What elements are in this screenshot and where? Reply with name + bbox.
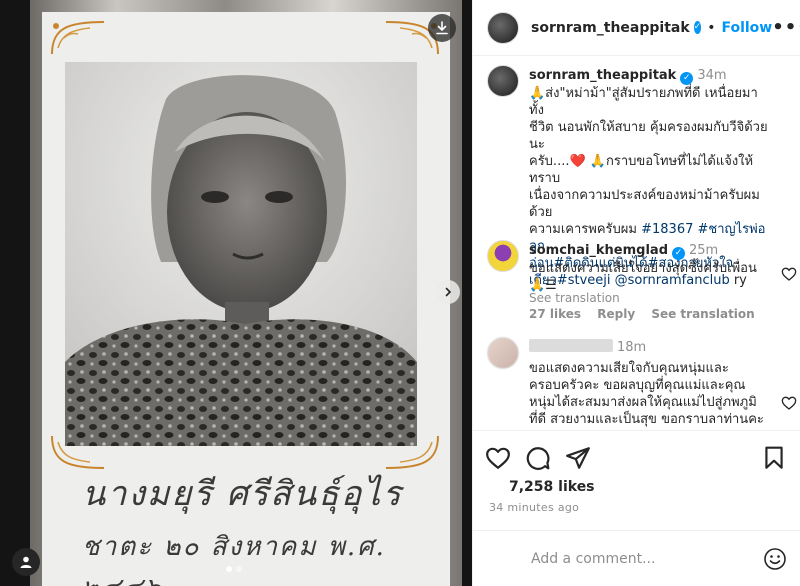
caption-author-avatar[interactable] bbox=[487, 65, 519, 97]
comment-text: ขอแสดงความเสียใจกับคุณหนุ่มและ bbox=[529, 361, 729, 376]
portrait-image bbox=[65, 62, 417, 446]
chevron-right-icon bbox=[445, 287, 452, 297]
commenter-username[interactable]: somchai_khemglad bbox=[529, 243, 668, 258]
memorial-date-text: ชาตะ ๒๐ สิงหาคม พ.ศ. ๒๔๘๖ bbox=[82, 532, 386, 586]
emoji-icon[interactable] bbox=[763, 547, 787, 571]
caption-username[interactable]: sornram_theappitak bbox=[529, 68, 676, 83]
comments-list[interactable]: sornram_theappitak ✓ 34m 🙏ส่ง"หม่าม้า"สู่ส… bbox=[473, 57, 800, 429]
verified-badge-icon: ✓ bbox=[680, 72, 694, 85]
tagged-users-button[interactable] bbox=[12, 548, 40, 576]
comment-text: ที่ดี สวยงามและเป็นสุข ขอกราบลาท่านคะ bbox=[529, 412, 764, 427]
caption-line: ความเคารพครับผม bbox=[529, 222, 642, 237]
more-options-button[interactable]: ••• bbox=[772, 17, 800, 38]
follow-button[interactable]: Follow bbox=[721, 20, 772, 36]
post-header: sornram_theappitak ✓ • Follow ••• bbox=[473, 0, 800, 56]
bookmark-icon[interactable] bbox=[761, 445, 787, 471]
comment-see-translation[interactable]: See translation bbox=[651, 307, 754, 321]
comment-emoji: 🙏☰ bbox=[529, 278, 557, 293]
likes-count[interactable]: 7,258 likes bbox=[509, 479, 595, 495]
comment-meta: 27 likes Reply See translation bbox=[529, 306, 769, 323]
carousel-dot bbox=[236, 566, 242, 572]
post-photo-panel[interactable]: นางมยุรี ศรีสินธุ์อุไร ชาตะ ๒๐ สิงหาคม พ… bbox=[0, 0, 472, 586]
share-icon[interactable] bbox=[565, 445, 591, 471]
post-side-panel: sornram_theappitak ✓ • Follow ••• sornra… bbox=[472, 0, 800, 586]
commenter-avatar[interactable] bbox=[487, 240, 519, 272]
carousel-next-button[interactable] bbox=[436, 280, 460, 304]
comment-like-heart-icon[interactable] bbox=[781, 395, 797, 411]
post-time-ago[interactable]: 34 minutes ago bbox=[489, 501, 579, 514]
comment-like-heart-icon[interactable] bbox=[781, 266, 797, 282]
verified-badge-icon: ✓ bbox=[693, 21, 702, 34]
caption-time: 34m bbox=[697, 68, 727, 83]
comment-likes-count[interactable]: 27 likes bbox=[529, 307, 581, 321]
download-icon bbox=[436, 21, 448, 35]
comment-text: ครอบครัวคะ ขอผลบุญที่คุณแม่และคุณ bbox=[529, 378, 746, 393]
carousel-indicator bbox=[226, 566, 242, 572]
add-comment-bar bbox=[473, 530, 800, 586]
download-button[interactable] bbox=[428, 14, 456, 42]
comment-time: 18m bbox=[617, 340, 647, 355]
comment-body: somchai_khemglad ✓ 25m ขอแสดงความเสียใจอย่… bbox=[529, 242, 769, 323]
comment-time: 25m bbox=[689, 243, 719, 258]
commenter-username-redacted bbox=[529, 339, 613, 352]
comment-reply-button[interactable]: Reply bbox=[597, 307, 635, 321]
portrait-photo bbox=[65, 62, 417, 446]
action-bar bbox=[485, 445, 789, 471]
caption-line: ครับ....❤️ 🙏กราบขอโทษที่ไม่ได้แจ้งให้ทรา… bbox=[529, 154, 754, 186]
verified-badge-icon: ✓ bbox=[672, 247, 686, 260]
author-avatar[interactable] bbox=[487, 11, 519, 44]
commenter-avatar[interactable] bbox=[487, 337, 519, 369]
comment-text: หนุ่มได้สะสมมาส่งผลให้คุณแม่ไปสู่ภพภูมิ bbox=[529, 395, 757, 410]
frame-corner-ornament bbox=[51, 21, 105, 55]
post-actions: 7,258 likes 34 minutes ago bbox=[473, 430, 800, 530]
comment-icon[interactable] bbox=[525, 445, 551, 471]
carousel-dot-active bbox=[226, 566, 232, 572]
comment-text: ขอแสดงความเสียใจอย่างสุดซึ้งครับเพื่อน bbox=[529, 261, 757, 276]
caption-line: 🙏ส่ง"หม่าม้า"สู่สัมปรายภพที่ดี เหนื่อยมา… bbox=[529, 86, 758, 118]
memorial-name-text: นางมยุรี ศรีสินธุ์อุไร bbox=[82, 474, 403, 514]
heart-icon[interactable] bbox=[485, 445, 511, 471]
header-separator: • bbox=[707, 19, 716, 36]
author-username[interactable]: sornram_theappitak bbox=[531, 20, 690, 36]
comment-body: 18m ขอแสดงความเสียใจกับคุณหนุ่มและ ครอบค… bbox=[529, 339, 769, 428]
caption-line: เนื่องจากความประสงค์ของหม่าม้าครับผม ด้ว… bbox=[529, 188, 760, 220]
user-tag-icon bbox=[20, 556, 32, 568]
caption-line: ชีวิต นอนพักให้สบาย คุ้มครองผมกับวีจิด้ว… bbox=[529, 120, 768, 152]
add-comment-input[interactable] bbox=[531, 550, 751, 567]
